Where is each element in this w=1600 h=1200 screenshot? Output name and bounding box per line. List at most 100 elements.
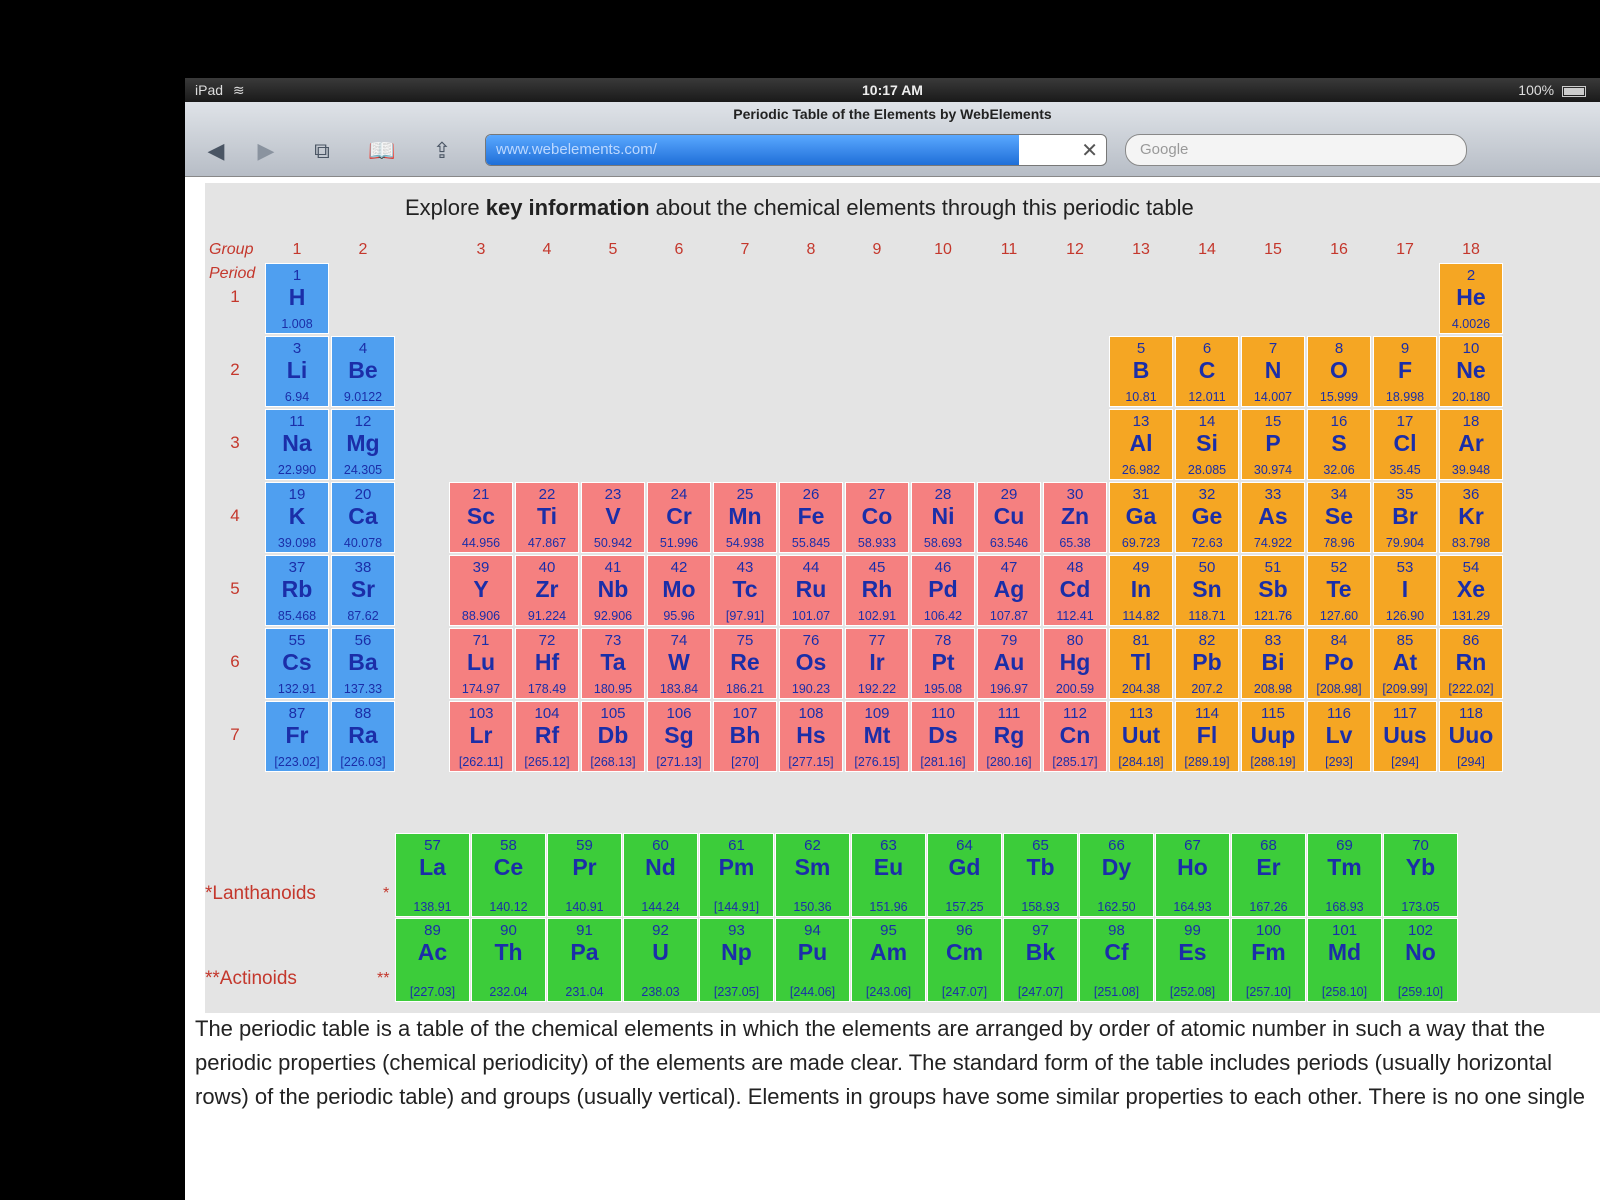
element-b[interactable]: 5 B 10.81 (1109, 336, 1173, 407)
element-nd[interactable]: 60 Nd 144.24 (623, 833, 698, 917)
group-number[interactable]: 13 (1111, 241, 1171, 259)
element-sn[interactable]: 50 Sn 118.71 (1175, 555, 1239, 626)
element-f[interactable]: 9 F 18.998 (1373, 336, 1437, 407)
element-ti[interactable]: 22 Ti 47.867 (515, 482, 579, 553)
element-rf[interactable]: 104 Rf [265.12] (515, 701, 579, 772)
element-nb[interactable]: 41 Nb 92.906 (581, 555, 645, 626)
group-number[interactable]: 10 (913, 241, 973, 259)
group-number[interactable]: 5 (583, 241, 643, 259)
group-number[interactable]: 12 (1045, 241, 1105, 259)
element-bi[interactable]: 83 Bi 208.98 (1241, 628, 1305, 699)
element-np[interactable]: 93 Np [237.05] (699, 918, 774, 1002)
element-cf[interactable]: 98 Cf [251.08] (1079, 918, 1154, 1002)
element-w[interactable]: 74 W 183.84 (647, 628, 711, 699)
share-icon[interactable]: ⇪ (425, 136, 459, 166)
period-number[interactable]: 6 (225, 652, 245, 672)
element-sb[interactable]: 51 Sb 121.76 (1241, 555, 1305, 626)
element-no[interactable]: 102 No [259.10] (1383, 918, 1458, 1002)
element-dy[interactable]: 66 Dy 162.50 (1079, 833, 1154, 917)
period-number[interactable]: 7 (225, 725, 245, 745)
element-ds[interactable]: 110 Ds [281.16] (911, 701, 975, 772)
bookmarks-icon[interactable]: 📖 (365, 136, 399, 166)
element-in[interactable]: 49 In 114.82 (1109, 555, 1173, 626)
group-number[interactable]: 15 (1243, 241, 1303, 259)
element-y[interactable]: 39 Y 88.906 (449, 555, 513, 626)
element-uut[interactable]: 113 Uut [284.18] (1109, 701, 1173, 772)
element-sc[interactable]: 21 Sc 44.956 (449, 482, 513, 553)
element-sm[interactable]: 62 Sm 150.36 (775, 833, 850, 917)
element-ni[interactable]: 28 Ni 58.693 (911, 482, 975, 553)
element-gd[interactable]: 64 Gd 157.25 (927, 833, 1002, 917)
element-lr[interactable]: 103 Lr [262.11] (449, 701, 513, 772)
element-as[interactable]: 33 As 74.922 (1241, 482, 1305, 553)
back-icon[interactable]: ◀ (199, 136, 233, 166)
element-hf[interactable]: 72 Hf 178.49 (515, 628, 579, 699)
element-p[interactable]: 15 P 30.974 (1241, 409, 1305, 480)
element-cl[interactable]: 17 Cl 35.45 (1373, 409, 1437, 480)
element-hs[interactable]: 108 Hs [277.15] (779, 701, 843, 772)
element-rg[interactable]: 111 Rg [280.16] (977, 701, 1041, 772)
element-uus[interactable]: 117 Uus [294] (1373, 701, 1437, 772)
element-xe[interactable]: 54 Xe 131.29 (1439, 555, 1503, 626)
element-c[interactable]: 6 C 12.011 (1175, 336, 1239, 407)
group-number[interactable]: 14 (1177, 241, 1237, 259)
element-rb[interactable]: 37 Rb 85.468 (265, 555, 329, 626)
element-cd[interactable]: 48 Cd 112.41 (1043, 555, 1107, 626)
group-number[interactable]: 17 (1375, 241, 1435, 259)
element-tb[interactable]: 65 Tb 158.93 (1003, 833, 1078, 917)
element-pd[interactable]: 46 Pd 106.42 (911, 555, 975, 626)
element-s[interactable]: 16 S 32.06 (1307, 409, 1371, 480)
element-pt[interactable]: 78 Pt 195.08 (911, 628, 975, 699)
element-h[interactable]: 1 H 1.008 (265, 263, 329, 334)
element-fr[interactable]: 87 Fr [223.02] (265, 701, 329, 772)
search-input[interactable]: Google (1125, 134, 1467, 166)
period-number[interactable]: 4 (225, 506, 245, 526)
element-tc[interactable]: 43 Tc [97.91] (713, 555, 777, 626)
element-u[interactable]: 92 U 238.03 (623, 918, 698, 1002)
element-na[interactable]: 11 Na 22.990 (265, 409, 329, 480)
element-br[interactable]: 35 Br 79.904 (1373, 482, 1437, 553)
element-he[interactable]: 2 He 4.0026 (1439, 263, 1503, 334)
group-number[interactable]: 6 (649, 241, 709, 259)
element-pa[interactable]: 91 Pa 231.04 (547, 918, 622, 1002)
element-mo[interactable]: 42 Mo 95.96 (647, 555, 711, 626)
element-sg[interactable]: 106 Sg [271.13] (647, 701, 711, 772)
group-number[interactable]: 2 (333, 241, 393, 259)
element-bh[interactable]: 107 Bh [270] (713, 701, 777, 772)
element-am[interactable]: 95 Am [243.06] (851, 918, 926, 1002)
element-n[interactable]: 7 N 14.007 (1241, 336, 1305, 407)
element-pb[interactable]: 82 Pb 207.2 (1175, 628, 1239, 699)
group-number[interactable]: 11 (979, 241, 1039, 259)
element-li[interactable]: 3 Li 6.94 (265, 336, 329, 407)
element-lv[interactable]: 116 Lv [293] (1307, 701, 1371, 772)
element-er[interactable]: 68 Er 167.26 (1231, 833, 1306, 917)
element-es[interactable]: 99 Es [252.08] (1155, 918, 1230, 1002)
element-th[interactable]: 90 Th 232.04 (471, 918, 546, 1002)
group-number[interactable]: 9 (847, 241, 907, 259)
element-eu[interactable]: 63 Eu 151.96 (851, 833, 926, 917)
element-si[interactable]: 14 Si 28.085 (1175, 409, 1239, 480)
element-ta[interactable]: 73 Ta 180.95 (581, 628, 645, 699)
element-ir[interactable]: 77 Ir 192.22 (845, 628, 909, 699)
forward-icon[interactable]: ▶ (249, 136, 283, 166)
element-at[interactable]: 85 At [209.99] (1373, 628, 1437, 699)
element-pr[interactable]: 59 Pr 140.91 (547, 833, 622, 917)
element-au[interactable]: 79 Au 196.97 (977, 628, 1041, 699)
element-hg[interactable]: 80 Hg 200.59 (1043, 628, 1107, 699)
element-fm[interactable]: 100 Fm [257.10] (1231, 918, 1306, 1002)
element-bk[interactable]: 97 Bk [247.07] (1003, 918, 1078, 1002)
element-ca[interactable]: 20 Ca 40.078 (331, 482, 395, 553)
element-ra[interactable]: 88 Ra [226.03] (331, 701, 395, 772)
element-ne[interactable]: 10 Ne 20.180 (1439, 336, 1503, 407)
element-pm[interactable]: 61 Pm [144.91] (699, 833, 774, 917)
element-rh[interactable]: 45 Rh 102.91 (845, 555, 909, 626)
period-number[interactable]: 1 (225, 287, 245, 307)
element-ge[interactable]: 32 Ge 72.63 (1175, 482, 1239, 553)
element-mg[interactable]: 12 Mg 24.305 (331, 409, 395, 480)
element-re[interactable]: 75 Re 186.21 (713, 628, 777, 699)
element-co[interactable]: 27 Co 58.933 (845, 482, 909, 553)
element-po[interactable]: 84 Po [208.98] (1307, 628, 1371, 699)
period-number[interactable]: 5 (225, 579, 245, 599)
element-v[interactable]: 23 V 50.942 (581, 482, 645, 553)
period-number[interactable]: 2 (225, 360, 245, 380)
